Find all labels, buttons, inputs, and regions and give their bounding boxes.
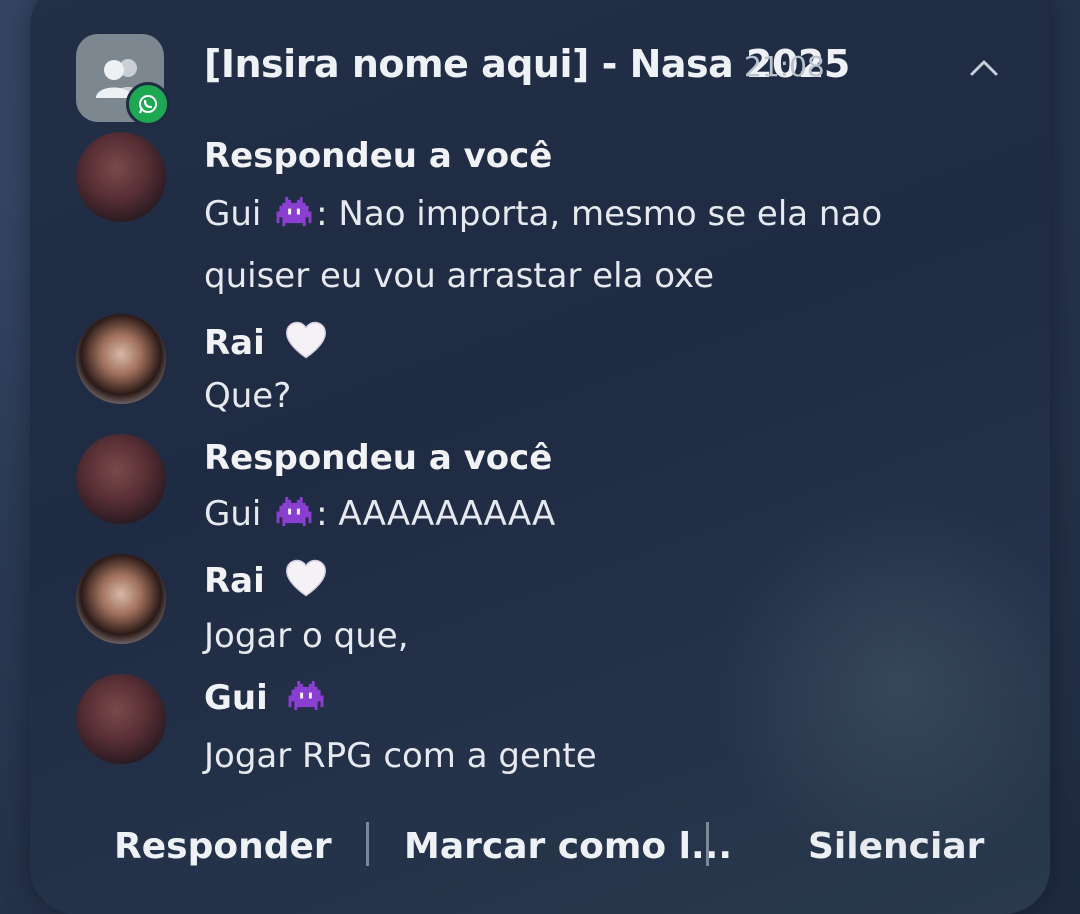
reply-button[interactable]: Responder: [114, 826, 332, 867]
alien-monster-emoji: [288, 681, 324, 711]
message-text: Jogar RPG com a gente: [204, 736, 597, 776]
avatar: [76, 554, 166, 644]
whatsapp-icon: [126, 82, 170, 126]
message-text-continued: quiser eu vou arrastar ela oxe: [204, 256, 714, 296]
notification-card[interactable]: [Insira nome aqui] - Nasa 2025 21:08 Res…: [30, 0, 1050, 914]
avatar: [76, 674, 166, 764]
message-text: Que?: [204, 376, 292, 416]
message-sender: Rai: [204, 320, 327, 363]
message-sender: Respondeu a você: [204, 438, 553, 478]
avatar: [76, 132, 166, 222]
message-text: Jogar o que,: [204, 616, 409, 656]
message-author: Gui: [204, 494, 262, 534]
message-body: : Nao importa, mesmo se ela nao: [316, 194, 883, 234]
action-divider: [366, 822, 369, 866]
alien-monster-emoji: [276, 197, 312, 227]
message-sender: Rai: [204, 558, 327, 601]
message-sender: Respondeu a você: [204, 136, 553, 176]
mark-as-read-button[interactable]: Marcar como l...: [404, 826, 732, 867]
alien-monster-emoji: [276, 497, 312, 527]
message-body: : AAAAAAAAA: [316, 494, 556, 534]
message-text: Gui : AAAAAAAAA: [204, 494, 555, 534]
avatar: [76, 434, 166, 524]
message-text: Gui : Nao importa, mesmo se ela nao: [204, 194, 882, 234]
notification-header: [Insira nome aqui] - Nasa 2025 21:08: [76, 34, 1004, 126]
white-heart-emoji: [285, 321, 326, 359]
chevron-up-icon[interactable]: [964, 48, 1004, 88]
white-heart-emoji: [285, 559, 326, 597]
mute-button[interactable]: Silenciar: [808, 826, 984, 867]
message-author: Gui: [204, 194, 262, 234]
notification-time: 21:08: [744, 50, 825, 83]
message-sender: Gui: [204, 678, 328, 718]
notification-actions: Responder Marcar como l... Silenciar: [30, 822, 1050, 914]
avatar: [76, 314, 166, 404]
group-icon: [76, 34, 170, 126]
action-divider: [706, 822, 709, 866]
